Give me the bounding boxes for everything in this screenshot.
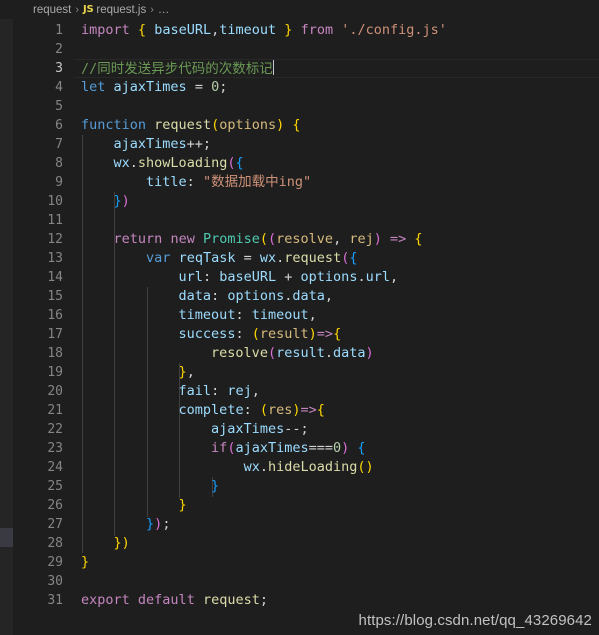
- code-line-19[interactable]: },: [74, 363, 599, 382]
- js-file-icon: JS: [83, 4, 94, 15]
- line-number: 2: [55, 42, 63, 57]
- code-line-29[interactable]: }: [74, 553, 599, 572]
- line-number: 4: [55, 80, 63, 95]
- code-line-2[interactable]: [74, 40, 599, 59]
- line-number: 7: [55, 137, 63, 152]
- breadcrumb-file[interactable]: request.js: [96, 4, 146, 16]
- code-line-13[interactable]: var reqTask = wx.request({: [74, 249, 599, 268]
- code-line-15[interactable]: data: options.data,: [74, 287, 599, 306]
- editor-left-strip: [0, 19, 13, 635]
- line-number: 6: [55, 118, 63, 133]
- line-number: 25: [47, 479, 63, 494]
- code-line-9[interactable]: title: "数据加载中ing": [74, 173, 599, 192]
- editor-body: 1 2 3 4 5 6 7 8 9 10 11 12 13 14 15 16 1…: [0, 19, 599, 635]
- line-number: 10: [47, 194, 63, 209]
- line-number-active: 3: [55, 61, 63, 76]
- line-number: 17: [47, 327, 63, 342]
- code-line-7[interactable]: ajaxTimes++;: [74, 135, 599, 154]
- code-line-1[interactable]: import { baseURL,timeout } from './confi…: [74, 21, 599, 40]
- line-number: 27: [47, 517, 63, 532]
- code-line-28[interactable]: }): [74, 534, 599, 553]
- code-text-area[interactable]: import { baseURL,timeout } from './confi…: [74, 19, 599, 635]
- code-line-3-active[interactable]: //同时发送异步代码的次数标记: [74, 59, 599, 78]
- code-line-16[interactable]: timeout: timeout,: [74, 306, 599, 325]
- code-editor-window: request › JS request.js › … 1 2 3 4 5 6 …: [0, 0, 599, 635]
- line-number: 23: [47, 441, 63, 456]
- code-line-21[interactable]: complete: (res)=>{: [74, 401, 599, 420]
- line-number: 26: [47, 498, 63, 513]
- line-number: 14: [47, 270, 63, 285]
- text-cursor: [272, 60, 275, 75]
- code-line-5[interactable]: [74, 97, 599, 116]
- line-number: 22: [47, 422, 63, 437]
- code-line-11[interactable]: [74, 211, 599, 230]
- line-number: 31: [47, 593, 63, 608]
- line-number: 11: [47, 213, 63, 228]
- line-number: 28: [47, 536, 63, 551]
- code-line-26[interactable]: }: [74, 496, 599, 515]
- code-line-30[interactable]: [74, 572, 599, 591]
- line-number: 16: [47, 308, 63, 323]
- overview-ruler-marker: [0, 528, 13, 547]
- breadcrumb-separator-2: ›: [150, 3, 154, 16]
- code-line-17[interactable]: success: (result)=>{: [74, 325, 599, 344]
- code-line-24[interactable]: wx.hideLoading(): [74, 458, 599, 477]
- code-line-27[interactable]: });: [74, 515, 599, 534]
- code-line-20[interactable]: fail: rej,: [74, 382, 599, 401]
- line-number: 9: [55, 175, 63, 190]
- code-line-25[interactable]: }: [74, 477, 599, 496]
- line-number: 1: [55, 23, 63, 38]
- line-number: 18: [47, 346, 63, 361]
- line-number: 24: [47, 460, 63, 475]
- code-line-22[interactable]: ajaxTimes--;: [74, 420, 599, 439]
- code-line-31[interactable]: export default request;: [74, 591, 599, 610]
- code-comment: //同时发送异步代码的次数标记: [81, 61, 273, 77]
- code-line-6[interactable]: function request(options) {: [74, 116, 599, 135]
- line-number: 19: [47, 365, 63, 380]
- line-number: 8: [55, 156, 63, 171]
- breadcrumb: request › JS request.js › …: [0, 0, 599, 19]
- breadcrumb-separator-1: ›: [75, 3, 80, 16]
- code-line-4[interactable]: let ajaxTimes = 0;: [74, 78, 599, 97]
- line-number-gutter: 1 2 3 4 5 6 7 8 9 10 11 12 13 14 15 16 1…: [13, 19, 74, 635]
- breadcrumb-ellipsis[interactable]: …: [158, 4, 171, 16]
- line-number: 29: [47, 555, 63, 570]
- line-number: 13: [47, 251, 63, 266]
- breadcrumb-folder[interactable]: request: [33, 4, 71, 16]
- line-number: 5: [55, 99, 63, 114]
- watermark: https://blog.csdn.net/qq_43269642: [358, 612, 592, 629]
- code-line-23[interactable]: if(ajaxTimes===0) {: [74, 439, 599, 458]
- code-line-12[interactable]: return new Promise((resolve, rej) => {: [74, 230, 599, 249]
- code-line-10[interactable]: }): [74, 192, 599, 211]
- line-number: 15: [47, 289, 63, 304]
- code-line-14[interactable]: url: baseURL + options.url,: [74, 268, 599, 287]
- line-number: 12: [47, 232, 63, 247]
- line-number: 30: [47, 574, 63, 589]
- code-line-18[interactable]: resolve(result.data): [74, 344, 599, 363]
- code-line-8[interactable]: wx.showLoading({: [74, 154, 599, 173]
- line-number: 20: [47, 384, 63, 399]
- line-number: 21: [47, 403, 63, 418]
